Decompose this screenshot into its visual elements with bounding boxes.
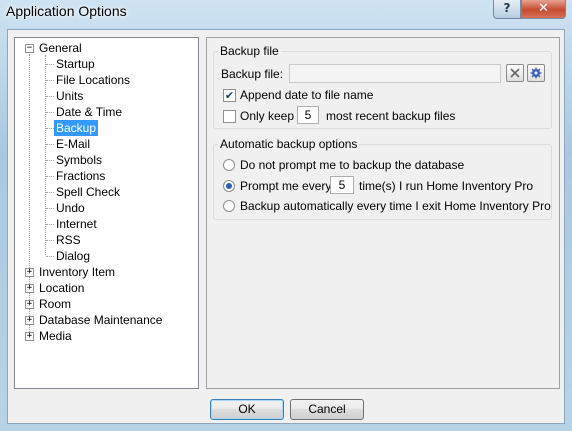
no-prompt-radio[interactable] [223, 159, 235, 171]
cancel-button[interactable]: Cancel [290, 399, 364, 420]
title-bar[interactable]: Application Options ? ✕ [0, 0, 572, 28]
tree-guide-line [45, 55, 46, 255]
tree-guide-line [46, 128, 54, 129]
prompt-every-radio[interactable] [223, 180, 235, 192]
clear-x-icon[interactable] [506, 64, 524, 82]
window-title: Application Options [6, 3, 127, 19]
backup-file-label: Backup file: [221, 67, 284, 81]
dialog-client-area: − General Startup File Locations Units Date… [7, 29, 565, 424]
keep-suffix-label: most recent backup files [326, 109, 456, 123]
tree-guide-line [46, 176, 54, 177]
auto-on-exit-label: Backup automatically every time I exit H… [240, 199, 551, 213]
prompt-suffix-label: time(s) I run Home Inventory Pro [359, 179, 534, 193]
backup-file-input[interactable] [289, 64, 501, 83]
collapse-general-icon[interactable]: − [25, 44, 34, 53]
tree-item-general[interactable]: General [39, 40, 82, 56]
tree-item-media[interactable]: Media [39, 328, 72, 344]
tree-item-file-locations[interactable]: File Locations [56, 72, 130, 88]
tree-item-undo[interactable]: Undo [56, 200, 85, 216]
tree-item-symbols[interactable]: Symbols [56, 152, 102, 168]
expand-location-icon[interactable]: + [25, 284, 34, 293]
expand-room-icon[interactable]: + [25, 300, 34, 309]
ok-button[interactable]: OK [210, 399, 284, 420]
tree-item-rss[interactable]: RSS [56, 232, 81, 248]
tree-item-startup[interactable]: Startup [56, 56, 95, 72]
backup-settings-panel: Backup file Backup file: ✔ Append date t… [206, 37, 560, 389]
tree-item-dialog[interactable]: Dialog [56, 248, 90, 264]
tree-guide-line [46, 80, 54, 81]
tree-item-location[interactable]: Location [39, 280, 84, 296]
prompt-count-input[interactable]: 5 [330, 176, 354, 194]
tree-guide-line [46, 96, 54, 97]
tree-guide-line [46, 208, 54, 209]
tree-guide-line [46, 64, 54, 65]
keep-count-input[interactable]: 5 [297, 106, 319, 124]
no-prompt-label: Do not prompt me to backup the database [240, 158, 465, 172]
tree-guide-line [46, 160, 54, 161]
tree-guide-line [29, 54, 30, 336]
tree-item-date-time[interactable]: Date & Time [56, 104, 122, 120]
close-button[interactable]: ✕ [521, 0, 566, 19]
browse-gear-icon[interactable] [527, 64, 545, 82]
prompt-every-label: Prompt me every [240, 179, 332, 193]
only-keep-checkbox[interactable] [223, 110, 236, 123]
tree-item-database-maintenance[interactable]: Database Maintenance [39, 312, 162, 328]
expand-media-icon[interactable]: + [25, 332, 34, 341]
tree-guide-line [46, 144, 54, 145]
backup-file-group-title: Backup file [218, 44, 281, 58]
tree-guide-line [46, 192, 54, 193]
tree-item-fractions[interactable]: Fractions [56, 168, 105, 184]
auto-backup-group-title: Automatic backup options [218, 137, 360, 151]
tree-item-e-mail[interactable]: E-Mail [56, 136, 90, 152]
tree-item-spell-check[interactable]: Spell Check [56, 184, 120, 200]
tree-guide-line [46, 112, 54, 113]
tree-guide-line [46, 240, 54, 241]
expand-database-maintenance-icon[interactable]: + [25, 316, 34, 325]
options-tree[interactable]: − General Startup File Locations Units Date… [14, 37, 199, 389]
tree-item-inventory-item[interactable]: Inventory Item [39, 264, 115, 280]
only-keep-label: Only keep [240, 109, 295, 123]
append-date-checkbox[interactable]: ✔ [223, 89, 236, 102]
application-options-window: Application Options ? ✕ − General Startu… [0, 0, 572, 431]
tree-guide-line [46, 224, 54, 225]
help-button[interactable]: ? [493, 0, 521, 19]
tree-item-backup[interactable]: Backup [54, 120, 99, 136]
tree-item-room[interactable]: Room [39, 296, 71, 312]
expand-inventory-item-icon[interactable]: + [25, 268, 34, 277]
tree-guide-line [46, 256, 54, 257]
tree-item-internet[interactable]: Internet [56, 216, 97, 232]
tree-item-units[interactable]: Units [56, 88, 83, 104]
auto-on-exit-radio[interactable] [223, 200, 235, 212]
append-date-label: Append date to file name [240, 88, 374, 102]
